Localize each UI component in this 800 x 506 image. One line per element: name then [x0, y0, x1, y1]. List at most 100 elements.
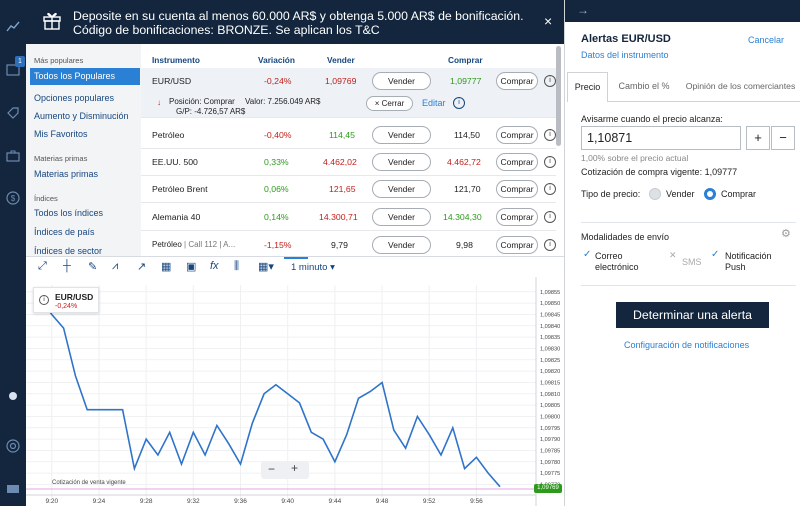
instrument-name: Petróleo | Call 112 | A... — [152, 240, 236, 249]
close-icon[interactable]: × — [544, 13, 552, 29]
trend-icon[interactable]: ↗ — [137, 260, 146, 273]
instrument-name: Alemania 40 — [152, 212, 201, 222]
delivery-email[interactable]: Correo electrónico — [595, 251, 655, 273]
sell-button[interactable]: Vender — [372, 180, 431, 198]
table-row[interactable]: Petróleo | Call 112 | A... -1,15% 9,79 V… — [141, 232, 556, 256]
col-change[interactable]: Variación — [258, 55, 295, 65]
x-tick-label: 9:44 — [329, 498, 342, 505]
pencil-icon[interactable]: ✎ — [88, 260, 97, 273]
category-all-indices[interactable]: Todos los índices — [34, 208, 103, 218]
indicator-icon[interactable]: ⩘ — [112, 260, 118, 273]
info-icon[interactable]: i — [544, 156, 556, 168]
table-row[interactable]: Alemania 40 0,14% 14.300,71 Vender 14.30… — [141, 204, 556, 231]
change-value: 0,14% — [264, 212, 289, 222]
col-buy[interactable]: Comprar — [448, 55, 483, 65]
expand-icon[interactable]: ⤢ — [38, 260, 47, 273]
calendar-icon[interactable]: ▦▾ — [258, 260, 274, 273]
change-value: 0,33% — [264, 157, 289, 167]
x-tick-label: 9:32 — [187, 498, 200, 505]
instrument-data-link[interactable]: Datos del instrumento — [581, 50, 669, 60]
table-scrollbar[interactable] — [556, 46, 561, 146]
check-icon[interactable]: ✓ — [711, 249, 719, 260]
legend-symbol: EUR/USD — [55, 292, 94, 302]
radio-sell-label[interactable]: Vender — [666, 189, 695, 199]
info-icon[interactable]: i — [453, 97, 465, 109]
collapse-arrow-icon[interactable]: → — [565, 0, 800, 22]
buy-button[interactable]: Comprar — [496, 208, 538, 226]
briefcase-icon[interactable] — [3, 146, 23, 166]
buy-button[interactable]: Comprar — [496, 126, 538, 144]
buy-button[interactable]: Comprar — [496, 72, 538, 90]
target-icon[interactable] — [3, 436, 23, 456]
dollar-icon[interactable]: $ — [3, 188, 23, 208]
save-icon[interactable]: ▣ — [186, 260, 196, 273]
delivery-push[interactable]: Notificación Push — [725, 251, 785, 273]
category-all-popular[interactable]: Todos los Populares — [30, 68, 140, 85]
tag-icon[interactable] — [3, 103, 23, 123]
y-tick-label: 1,09825 — [540, 358, 560, 364]
decrement-button[interactable]: − — [771, 126, 795, 150]
info-icon[interactable]: i — [544, 75, 556, 87]
change-value: -0,24% — [264, 76, 292, 86]
gear-icon[interactable]: ⚙ — [781, 227, 791, 240]
category-country-indices[interactable]: Índices de país — [34, 227, 95, 237]
brightness-icon[interactable] — [3, 386, 23, 406]
category-favorites[interactable]: Mis Favoritos — [34, 129, 88, 139]
category-commodities[interactable]: Materias primas — [34, 169, 98, 179]
x-icon[interactable]: ✕ — [669, 250, 677, 261]
close-position-button[interactable]: × Cerrar — [366, 96, 413, 111]
increment-button[interactable]: + — [746, 126, 770, 150]
tab-trader-sentiment[interactable]: Opinión de los comerciantes — [680, 72, 800, 102]
info-icon[interactable]: i — [544, 129, 556, 141]
zoom-out-button[interactable]: − — [268, 462, 275, 476]
zoom-in-button[interactable]: + — [291, 461, 298, 475]
sell-button[interactable]: Vender — [372, 153, 431, 171]
set-alert-button[interactable]: Determinar una alerta — [616, 302, 769, 328]
price-input[interactable] — [581, 126, 741, 150]
sell-button[interactable]: Vender — [372, 72, 431, 90]
info-icon[interactable]: i — [39, 295, 49, 305]
chat-icon[interactable] — [3, 480, 23, 500]
table-row[interactable]: Petróleo -0,40% 114,45 Vender 114,50 Com… — [141, 122, 556, 149]
table-row[interactable]: EUR/USD -0,24% 1,09769 Vender 1,09777 Co… — [141, 68, 556, 118]
radio-sell[interactable] — [649, 188, 661, 200]
buy-button[interactable]: Comprar — [496, 236, 538, 254]
instrument-name: EE.UU. 500 — [152, 157, 198, 167]
section-header: Más populares — [34, 56, 84, 65]
layout-icon[interactable]: ▦ — [161, 260, 171, 273]
info-icon[interactable]: i — [544, 183, 556, 195]
change-value: -0,40% — [264, 130, 292, 140]
crosshair-icon[interactable]: ┼ — [63, 260, 71, 272]
delivery-sms[interactable]: SMS — [682, 257, 702, 267]
arrow-down-icon: ↓ — [157, 98, 161, 107]
info-icon[interactable]: i — [544, 239, 556, 251]
table-row[interactable]: EE.UU. 500 0,33% 4.462,02 Vender 4.462,7… — [141, 149, 556, 176]
notification-settings-link[interactable]: Configuración de notificaciones — [624, 340, 749, 350]
sell-button[interactable]: Vender — [372, 208, 431, 226]
buy-button[interactable]: Comprar — [496, 153, 538, 171]
category-popular-options[interactable]: Opciones populares — [34, 93, 114, 103]
cancel-link[interactable]: Cancelar — [748, 35, 784, 45]
percent-above-text: 1,00% sobre el precio actual — [581, 153, 689, 163]
edit-link[interactable]: Editar — [422, 98, 446, 108]
radio-buy-label[interactable]: Comprar — [721, 189, 756, 199]
sell-button[interactable]: Vender — [372, 126, 431, 144]
check-icon[interactable]: ✓ — [583, 249, 591, 260]
candles-icon[interactable]: ⫼ — [234, 260, 239, 273]
radio-buy[interactable] — [704, 188, 716, 200]
category-sector-indices[interactable]: Índices de sector — [34, 246, 102, 256]
table-row[interactable]: Petróleo Brent 0,06% 121,65 Vender 121,7… — [141, 176, 556, 203]
col-instrument[interactable]: Instrumento — [152, 55, 200, 65]
info-icon[interactable]: i — [544, 211, 556, 223]
category-rise-fall[interactable]: Aumento y Disminución — [34, 111, 129, 121]
col-sell[interactable]: Vender — [327, 55, 355, 65]
price-chart[interactable]: ⤢ ┼ ✎ ⩘ ↗ ▦ ▣ fx ⫼ ▦▾ 1 minuto ▾ 1,09855… — [26, 256, 564, 506]
chart-trend-icon[interactable] — [3, 17, 23, 37]
timeframe-select[interactable]: 1 minuto ▾ — [291, 262, 335, 273]
buy-button[interactable]: Comprar — [496, 180, 538, 198]
function-icon[interactable]: fx — [210, 260, 219, 272]
promo-banner: Deposite en su cuenta al menos 60.000 AR… — [26, 0, 564, 44]
sell-button[interactable]: Vender — [372, 236, 431, 254]
tab-percent-change[interactable]: Cambio el % — [608, 72, 680, 102]
tab-price[interactable]: Precio — [567, 72, 608, 102]
